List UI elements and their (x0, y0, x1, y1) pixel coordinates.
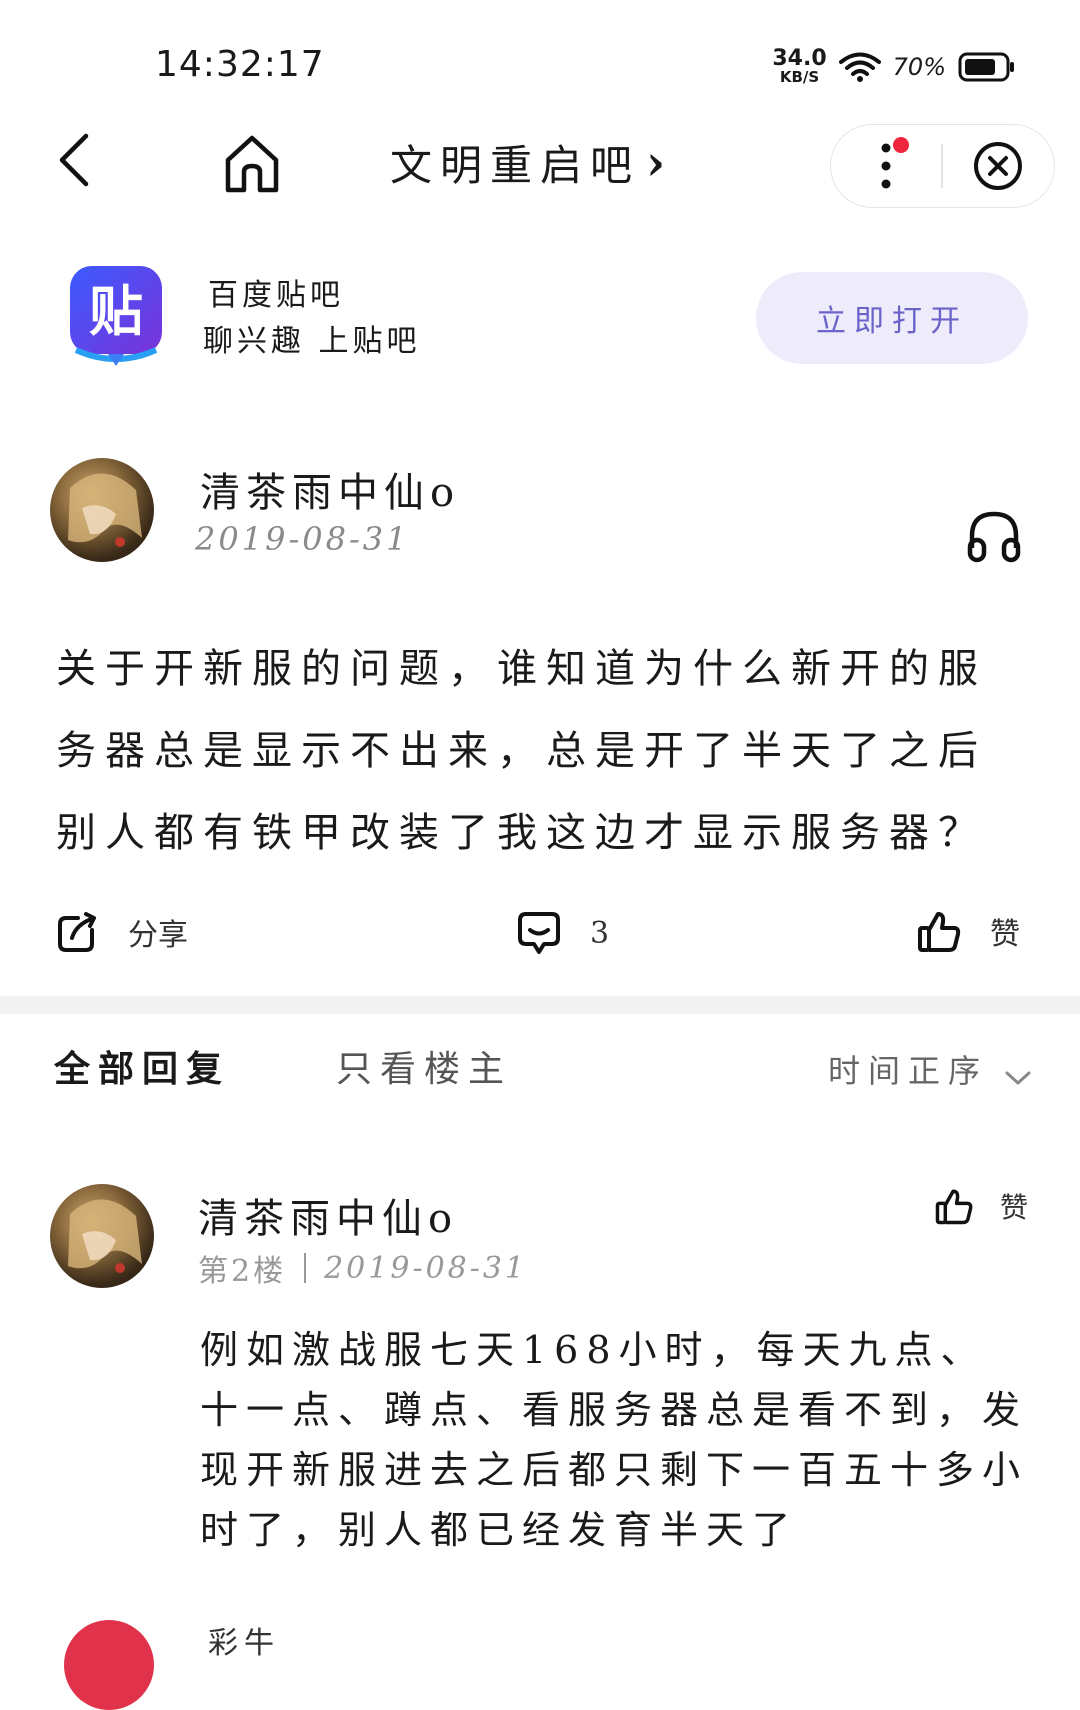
thumbs-up-icon (918, 912, 961, 952)
reply-content: 例如激战服七天168小时，每天九点、十一点、蹲点、看服务器总是看不到，发现开新服… (200, 1328, 1029, 1552)
post-author[interactable]: 清茶雨中仙o (200, 460, 460, 518)
sort-selector[interactable]: 时间正序 (828, 1046, 1032, 1092)
network-speed-unit: KB/S (779, 68, 820, 86)
meta-separator (304, 1253, 307, 1283)
share-label: 分享 (128, 918, 188, 953)
notification-dot (893, 137, 909, 153)
avatar-image (68, 473, 142, 547)
reply-like-button[interactable]: 赞 (934, 1186, 1028, 1226)
reply-author[interactable]: 清茶雨中仙o (198, 1186, 458, 1244)
chevron-down-icon (1005, 1071, 1031, 1085)
comment-count: 3 (590, 915, 610, 951)
chevron-right-icon: › (646, 134, 674, 191)
share-icon (58, 912, 96, 952)
post-date: 2019-08-31 (195, 520, 410, 558)
reply-meta: 第2楼 2019-08-31 (198, 1246, 527, 1290)
forum-title[interactable]: 文明重启吧 › (390, 132, 673, 193)
forum-title-text: 文明重启吧 (390, 141, 641, 190)
network-speed: 34.0 KB/S (772, 48, 826, 85)
home-icon[interactable] (222, 132, 282, 194)
network-speed-value: 34.0 (772, 46, 827, 71)
wifi-icon (838, 52, 881, 82)
next-reply-author[interactable]: 彩牛 (208, 1618, 280, 1662)
battery-icon (958, 52, 1014, 81)
tieba-logo: 贴 (70, 266, 162, 366)
post-content: 关于开新服的问题，谁知道为什么新开的服务器总是显示不出来，总是开了半天了之后别人… (56, 646, 987, 856)
comment-button[interactable]: 3 (516, 910, 609, 956)
share-button[interactable]: 分享 (56, 910, 188, 954)
reply-avatar[interactable] (50, 1184, 154, 1288)
app-slogan: 聊兴趣 上贴吧 (203, 324, 421, 359)
comment-icon (518, 912, 560, 954)
thumbs-up-icon (935, 1189, 973, 1225)
more-button[interactable] (831, 125, 941, 207)
headphones-icon[interactable] (966, 508, 1022, 564)
floor-number: 第2楼 (198, 1254, 287, 1289)
reply-date: 2019-08-31 (324, 1250, 528, 1286)
like-label: 赞 (990, 917, 1020, 952)
close-icon (973, 142, 1022, 190)
back-icon[interactable] (52, 130, 96, 190)
like-button[interactable]: 赞 (916, 908, 1020, 954)
tab-all-replies[interactable]: 全部回复 (54, 1040, 230, 1092)
status-icons: 34.0 KB/S 70% (772, 48, 1016, 85)
tieba-logo-text: 贴 (89, 280, 143, 343)
next-reply-avatar[interactable] (64, 1620, 154, 1710)
reply-like-label: 赞 (999, 1191, 1028, 1224)
status-time: 14:32:17 (155, 44, 325, 85)
avatar-image (68, 1199, 142, 1273)
more-vertical-icon (881, 143, 891, 189)
close-button[interactable] (943, 125, 1053, 207)
sort-label: 时间正序 (827, 1052, 988, 1090)
battery-percent: 70% (892, 52, 946, 81)
app-name: 百度贴吧 (208, 278, 344, 313)
tab-owner-only[interactable]: 只看楼主 (336, 1040, 512, 1092)
open-app-button[interactable]: 立即打开 (756, 272, 1028, 364)
section-divider (0, 996, 1080, 1014)
mini-program-capsule (830, 124, 1055, 208)
avatar[interactable] (50, 458, 154, 562)
